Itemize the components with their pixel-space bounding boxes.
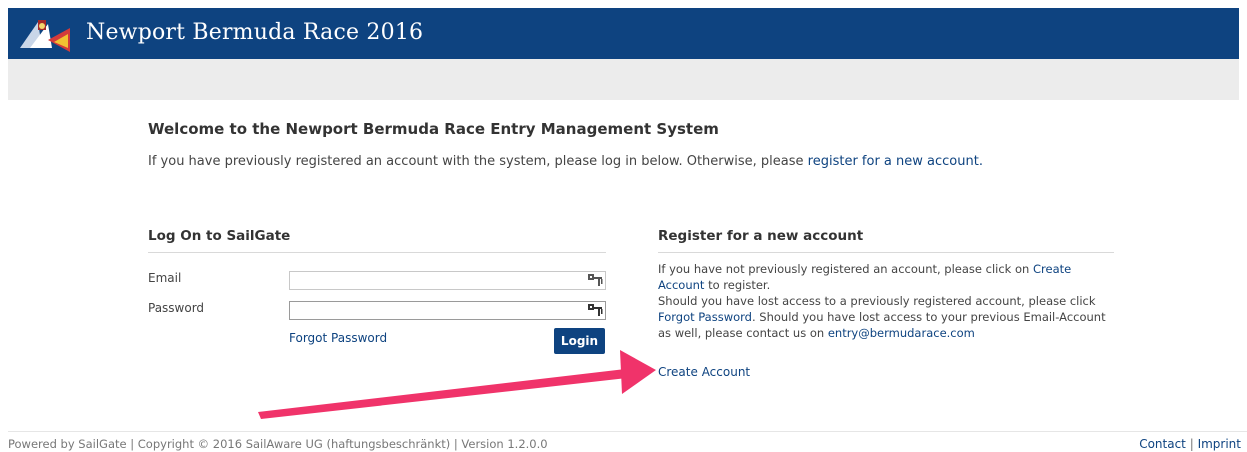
footer-copyright: Powered by SailGate | Copyright © 2016 S… bbox=[8, 437, 548, 451]
burgee-flags-logo bbox=[20, 20, 70, 52]
contact-link[interactable]: Contact bbox=[1139, 437, 1186, 451]
register-section-title: Register for a new account bbox=[658, 228, 864, 244]
register-divider bbox=[658, 252, 1114, 253]
login-section-title: Log On to SailGate bbox=[148, 228, 291, 244]
register-text-2: to register. bbox=[704, 278, 771, 292]
footer-divider bbox=[8, 431, 1247, 432]
login-divider bbox=[148, 252, 606, 253]
password-manager-key-icon[interactable] bbox=[587, 273, 603, 287]
register-text-3: Should you have lost access to a previou… bbox=[658, 294, 1096, 308]
password-manager-key-icon[interactable] bbox=[587, 303, 603, 317]
navigation-bar bbox=[8, 59, 1239, 100]
footer-links: Contact | Imprint bbox=[1139, 437, 1241, 451]
imprint-link[interactable]: Imprint bbox=[1198, 437, 1241, 451]
password-field[interactable] bbox=[289, 301, 606, 320]
register-link[interactable]: register for a new account. bbox=[808, 154, 983, 169]
create-account-link[interactable]: Create Account bbox=[658, 365, 750, 379]
register-instructions: If you have not previously registered an… bbox=[658, 261, 1118, 341]
page-title: Welcome to the Newport Bermuda Race Entr… bbox=[148, 120, 719, 138]
forgot-password-link[interactable]: Forgot Password bbox=[289, 331, 387, 345]
forgot-password-inline-link[interactable]: Forgot Password bbox=[658, 310, 752, 324]
intro-text: If you have previously registered an acc… bbox=[148, 154, 983, 169]
email-label: Email bbox=[148, 271, 182, 285]
email-field[interactable] bbox=[289, 271, 606, 290]
intro-text-body: If you have previously registered an acc… bbox=[148, 154, 808, 169]
app-header: Newport Bermuda Race 2016 bbox=[8, 8, 1239, 59]
password-label: Password bbox=[148, 301, 205, 315]
login-button[interactable]: Login bbox=[554, 328, 605, 354]
footer-separator: | bbox=[1185, 437, 1198, 451]
register-text-1: If you have not previously registered an… bbox=[658, 262, 1033, 276]
app-title: Newport Bermuda Race 2016 bbox=[86, 20, 424, 45]
contact-email-link[interactable]: entry@bermudarace.com bbox=[828, 326, 975, 340]
